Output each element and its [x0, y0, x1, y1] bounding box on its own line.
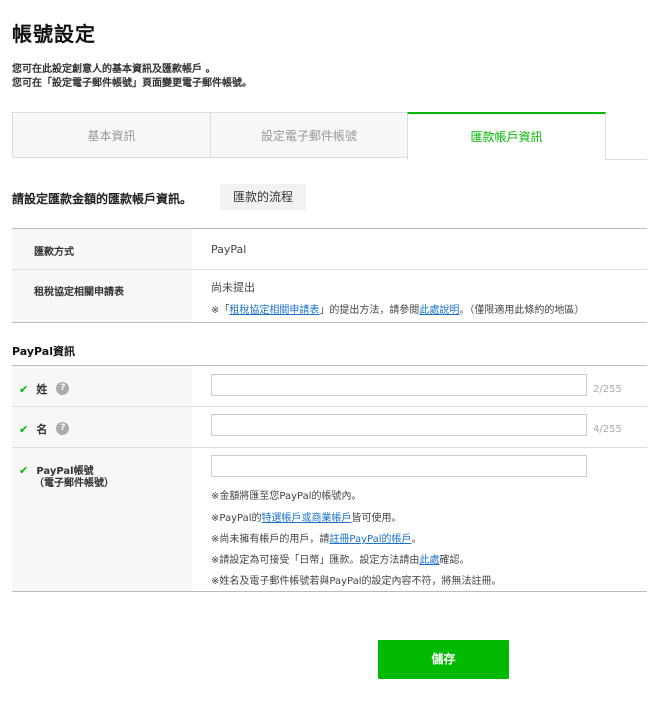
last-name-input[interactable] [211, 374, 587, 396]
paypal-note-2: ※PayPal的特選帳戶或商業帳戶皆可使用。 [211, 509, 402, 524]
first-name-input[interactable] [211, 414, 587, 436]
tax-note-prefix: ※「 [211, 305, 230, 316]
paypal-note-4: ※請設定為可接受「日幣」匯款。設定方法請由此處確認。 [211, 551, 469, 566]
last-name-counter: 2/255 [593, 384, 622, 395]
tax-note-suffix: 。（僅限適用此條約的地區） [459, 305, 585, 316]
paypal-note-3: ※尚未擁有帳戶的用戶，請註冊PayPal的帳戶。 [211, 530, 422, 545]
last-name-label-group: ✔ 姓 ? [19, 378, 70, 397]
account-type-link[interactable]: 特選帳戶或商業帳戶 [262, 513, 352, 524]
first-name-counter: 4/255 [593, 424, 622, 435]
page-description-2: 您可在「設定電子郵件帳號」頁面變更電子郵件帳號。 [12, 78, 252, 89]
tab-email-settings[interactable]: 設定電子郵件帳號 [210, 112, 408, 158]
required-check-icon: ✔ [19, 383, 29, 396]
note-2-suffix: 皆可使用。 [351, 513, 402, 524]
paypal-note-1: ※金額將匯至您PayPal的帳號內。 [211, 491, 362, 502]
page-title: 帳號設定 [12, 22, 96, 46]
tab-payment-account[interactable]: 匯款帳戶資訊 [407, 112, 606, 160]
table-bottom-border [12, 322, 647, 323]
save-button[interactable]: 儲存 [378, 640, 509, 679]
tab-bar: 基本資訊 設定電子郵件帳號 匯款帳戶資訊 [12, 112, 647, 160]
tax-form-status: 尚未提出 [211, 281, 255, 294]
payment-method-label: 匯款方式 [34, 247, 74, 258]
help-icon[interactable]: ? [56, 382, 70, 395]
payment-flow-button[interactable]: 匯款的流程 [220, 184, 306, 210]
help-icon[interactable]: ? [56, 422, 70, 435]
tax-form-note: ※「租稅協定相關申請表」的提出方法，請參閱此處說明。（僅限適用此條約的地區） [211, 301, 584, 316]
paypal-account-sublabel: （電子郵件帳號） [34, 478, 114, 489]
tax-form-link[interactable]: 租稅協定相關申請表 [229, 305, 319, 316]
note-4-suffix: 確認。 [439, 555, 470, 566]
last-name-label: 姓 [36, 383, 48, 396]
register-paypal-link[interactable]: 註冊PayPal的帳戶 [329, 534, 411, 545]
paypal-note-5: ※姓名及電子郵件帳號若與PayPal的設定內容不符，將無法註冊。 [211, 576, 502, 587]
paypal-email-input[interactable] [211, 455, 587, 477]
page-description-1: 您可在此設定創意人的基本資訊及匯款帳戶 。 [12, 64, 216, 75]
tax-form-label: 租稅協定相關申請表 [34, 287, 124, 298]
payment-method-value: PayPal [211, 243, 247, 256]
paypal-table-bottom-border [12, 591, 647, 592]
required-check-icon: ✔ [19, 464, 29, 477]
first-name-label: 名 [36, 423, 48, 436]
first-name-label-group: ✔ 名 ? [19, 418, 70, 437]
tab-basic-info[interactable]: 基本資訊 [12, 112, 211, 158]
note-2-prefix: ※PayPal的 [211, 513, 262, 524]
intro-text: 請設定匯款金額的匯款帳戶資訊。 [12, 192, 193, 206]
yen-settings-link[interactable]: 此處 [419, 555, 439, 566]
note-3-suffix: 。 [411, 534, 422, 545]
required-check-icon: ✔ [19, 423, 29, 436]
note-4-prefix: ※請設定為可接受「日幣」匯款。設定方法請由 [211, 555, 420, 566]
paypal-section-title: PayPal資訊 [12, 345, 75, 358]
tax-explanation-link[interactable]: 此處說明 [419, 305, 459, 316]
tax-note-mid: 」的提出方法，請參閱 [319, 305, 420, 316]
note-3-prefix: ※尚未擁有帳戶的用戶，請 [211, 534, 330, 545]
tab-bar-divider [606, 159, 647, 160]
